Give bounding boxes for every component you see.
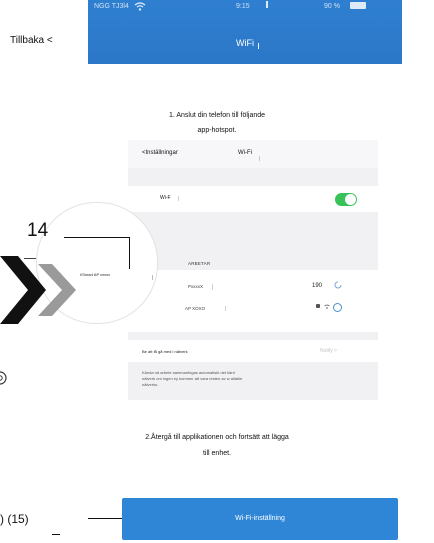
header-title: WiFi (236, 38, 254, 48)
settings-title: Wi-Fi (238, 150, 252, 156)
callout-14-leader (64, 237, 130, 238)
status-time: 9:15 (236, 3, 250, 10)
ask-to-join-label: Be att få gå med i nätverk (142, 349, 188, 354)
network-row: AP XOXO (128, 300, 378, 320)
network-name-caret (212, 284, 213, 290)
wifi-settings-button[interactable]: Wi-Fi-inställning (122, 498, 398, 540)
network-row: PxxxxX 190 (128, 278, 378, 298)
ask-to-join-row: Be att få gå med i nätverk Notify > (128, 340, 378, 362)
wifi-status-icon (134, 2, 146, 11)
step1-line2: app-hotspot. (197, 127, 237, 134)
callout-14-leader-drop (129, 237, 130, 269)
footnote-line: nätverks. (142, 382, 159, 387)
refresh-icon (334, 281, 342, 289)
left-edge-mark (24, 258, 36, 259)
status-carrier: NGG TJ3l4 (94, 3, 129, 10)
double-chevron-icon (0, 256, 76, 324)
status-mark (266, 1, 268, 8)
network-list: PxxxxX 190 AP XOXO (128, 270, 378, 332)
wifi-settings-screenshot: <Inställningar Wi-Fi Wi-F ARBETAR PxxxxX… (128, 140, 378, 400)
step2-line1: 2.Återgå till applikationen och fortsätt… (145, 434, 289, 441)
callout-15-mark (52, 534, 60, 535)
network-value: 190 (312, 283, 323, 289)
toggle-knob (345, 194, 356, 205)
settings-title-caret (259, 156, 260, 161)
settings-footnote: Kända nä arbete sammanfogas automatiskt … (142, 370, 368, 388)
network-name: PxxxxX (188, 284, 204, 289)
magnified-network-name: I/Smart AP xxxxx (80, 272, 111, 277)
settings-nav-bar: <Inställningar Wi-Fi (128, 140, 378, 168)
header-title-caret (258, 43, 259, 49)
magnified-network-caret (152, 275, 153, 280)
network-name-caret (225, 306, 226, 311)
battery-icon (350, 2, 366, 9)
wifi-toggle-row: Wi-F (128, 186, 378, 212)
wifi-label-caret (178, 196, 179, 201)
settings-back-label: <Inställningar (142, 150, 178, 156)
step1-line1: 1. Anslut din telefon till följande (168, 112, 266, 119)
callout-15-label: ) (15) (0, 512, 29, 526)
back-button[interactable]: Tillbaka < (10, 35, 53, 46)
callout-14-label: 14 (27, 220, 49, 241)
info-icon (333, 303, 342, 312)
ask-to-join-value: Notify > (320, 348, 338, 354)
working-section-header: ARBETAR (188, 261, 211, 266)
status-bar: NGG TJ3l4 9:15 90 % (88, 0, 402, 16)
step2-line2: till enhet. (202, 450, 232, 457)
phone-header: NGG TJ3l4 9:15 90 % WiFi (88, 0, 402, 64)
gear-icon (0, 371, 7, 385)
status-battery-text: 90 % (324, 3, 340, 10)
wifi-toggle-switch (335, 193, 357, 206)
wifi-signal-icon (324, 304, 330, 309)
lock-icon (316, 304, 320, 308)
wifi-row-label: Wi-F (160, 195, 171, 201)
network-name: AP XOXO (185, 306, 206, 311)
